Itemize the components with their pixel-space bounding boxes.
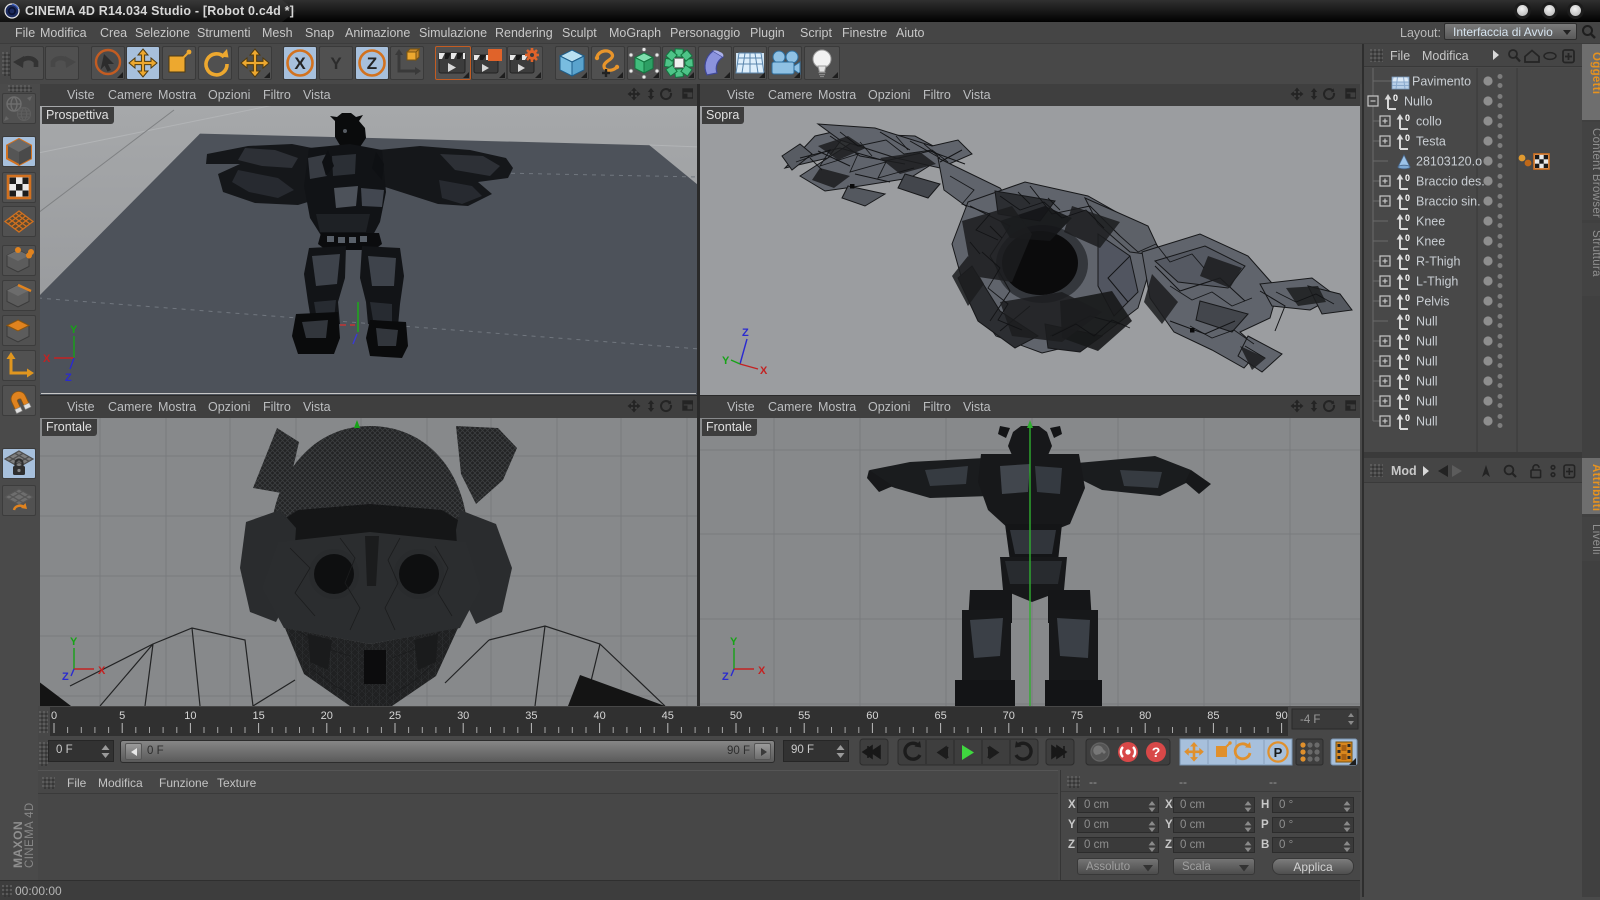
svg-text:Nullo: Nullo [1404, 95, 1433, 109]
svg-text:Z: Z [367, 54, 377, 73]
svg-text:Braccio sin.: Braccio sin. [1416, 195, 1481, 209]
svg-text:R-Thigh: R-Thigh [1416, 255, 1461, 269]
svg-text:45: 45 [662, 710, 674, 722]
svg-text:X: X [760, 365, 768, 377]
svg-text:collo: collo [1416, 115, 1442, 129]
svg-text:0: 0 [1405, 173, 1410, 183]
svg-text:5: 5 [119, 710, 125, 722]
svg-text:Y: Y [730, 636, 738, 648]
svg-text:80: 80 [1139, 710, 1151, 722]
svg-text:0: 0 [1405, 393, 1410, 403]
svg-text:0: 0 [1405, 213, 1410, 223]
svg-text:15: 15 [252, 710, 264, 722]
svg-text:Z: Z [722, 671, 729, 683]
svg-text:Null: Null [1416, 415, 1438, 429]
svg-text:Null: Null [1416, 395, 1438, 409]
svg-text:Knee: Knee [1416, 235, 1445, 249]
svg-text:65: 65 [934, 710, 946, 722]
svg-text:-4 F: -4 F [1300, 714, 1320, 726]
svg-text:X: X [294, 54, 306, 73]
svg-text:0: 0 [1393, 93, 1398, 103]
svg-text:0: 0 [1405, 413, 1410, 423]
svg-text:55: 55 [798, 710, 810, 722]
svg-text:Null: Null [1416, 355, 1438, 369]
svg-text:X: X [98, 665, 106, 677]
svg-text:35: 35 [525, 710, 537, 722]
svg-text:0: 0 [1405, 133, 1410, 143]
svg-text:0: 0 [51, 710, 57, 722]
svg-text:Y: Y [722, 355, 730, 367]
svg-text:75: 75 [1071, 710, 1083, 722]
svg-text:30: 30 [457, 710, 469, 722]
svg-text:60: 60 [866, 710, 878, 722]
svg-text:Y: Y [70, 324, 78, 336]
svg-text:Z: Z [62, 671, 69, 683]
svg-text:Braccio des.: Braccio des. [1416, 175, 1485, 189]
svg-text:Z: Z [65, 372, 72, 384]
svg-text:25: 25 [389, 710, 401, 722]
svg-text:0: 0 [1405, 353, 1410, 363]
svg-text:Null: Null [1416, 335, 1438, 349]
svg-text:Y: Y [70, 636, 78, 648]
svg-text:70: 70 [1003, 710, 1015, 722]
svg-text:Testa: Testa [1416, 135, 1446, 149]
svg-text:?: ? [1152, 744, 1161, 760]
svg-text:P: P [1274, 745, 1283, 760]
svg-text:85: 85 [1207, 710, 1219, 722]
svg-text:L-Thigh: L-Thigh [1416, 275, 1458, 289]
svg-text:0: 0 [1405, 233, 1410, 243]
svg-text:0: 0 [1405, 373, 1410, 383]
svg-text:28103120.o: 28103120.o [1416, 155, 1482, 169]
svg-text:Y: Y [330, 54, 342, 73]
svg-text:10: 10 [184, 710, 196, 722]
svg-text:0: 0 [1405, 113, 1410, 123]
svg-text:0: 0 [1405, 253, 1410, 263]
svg-text:20: 20 [321, 710, 333, 722]
svg-text:X: X [43, 353, 51, 365]
svg-text:0: 0 [1405, 193, 1410, 203]
svg-text:Null: Null [1416, 315, 1438, 329]
svg-text:0: 0 [1405, 273, 1410, 283]
svg-text:0: 0 [1405, 313, 1410, 323]
svg-text:X: X [758, 665, 766, 677]
svg-text:Null: Null [1416, 375, 1438, 389]
svg-text:0: 0 [1405, 293, 1410, 303]
svg-text:50: 50 [730, 710, 742, 722]
svg-text:40: 40 [593, 710, 605, 722]
svg-text:0: 0 [1405, 333, 1410, 343]
svg-text:Pelvis: Pelvis [1416, 295, 1449, 309]
svg-text:Knee: Knee [1416, 215, 1445, 229]
svg-text:Z: Z [742, 327, 749, 339]
svg-text:90: 90 [1275, 710, 1287, 722]
svg-text:Pavimento: Pavimento [1412, 75, 1471, 89]
